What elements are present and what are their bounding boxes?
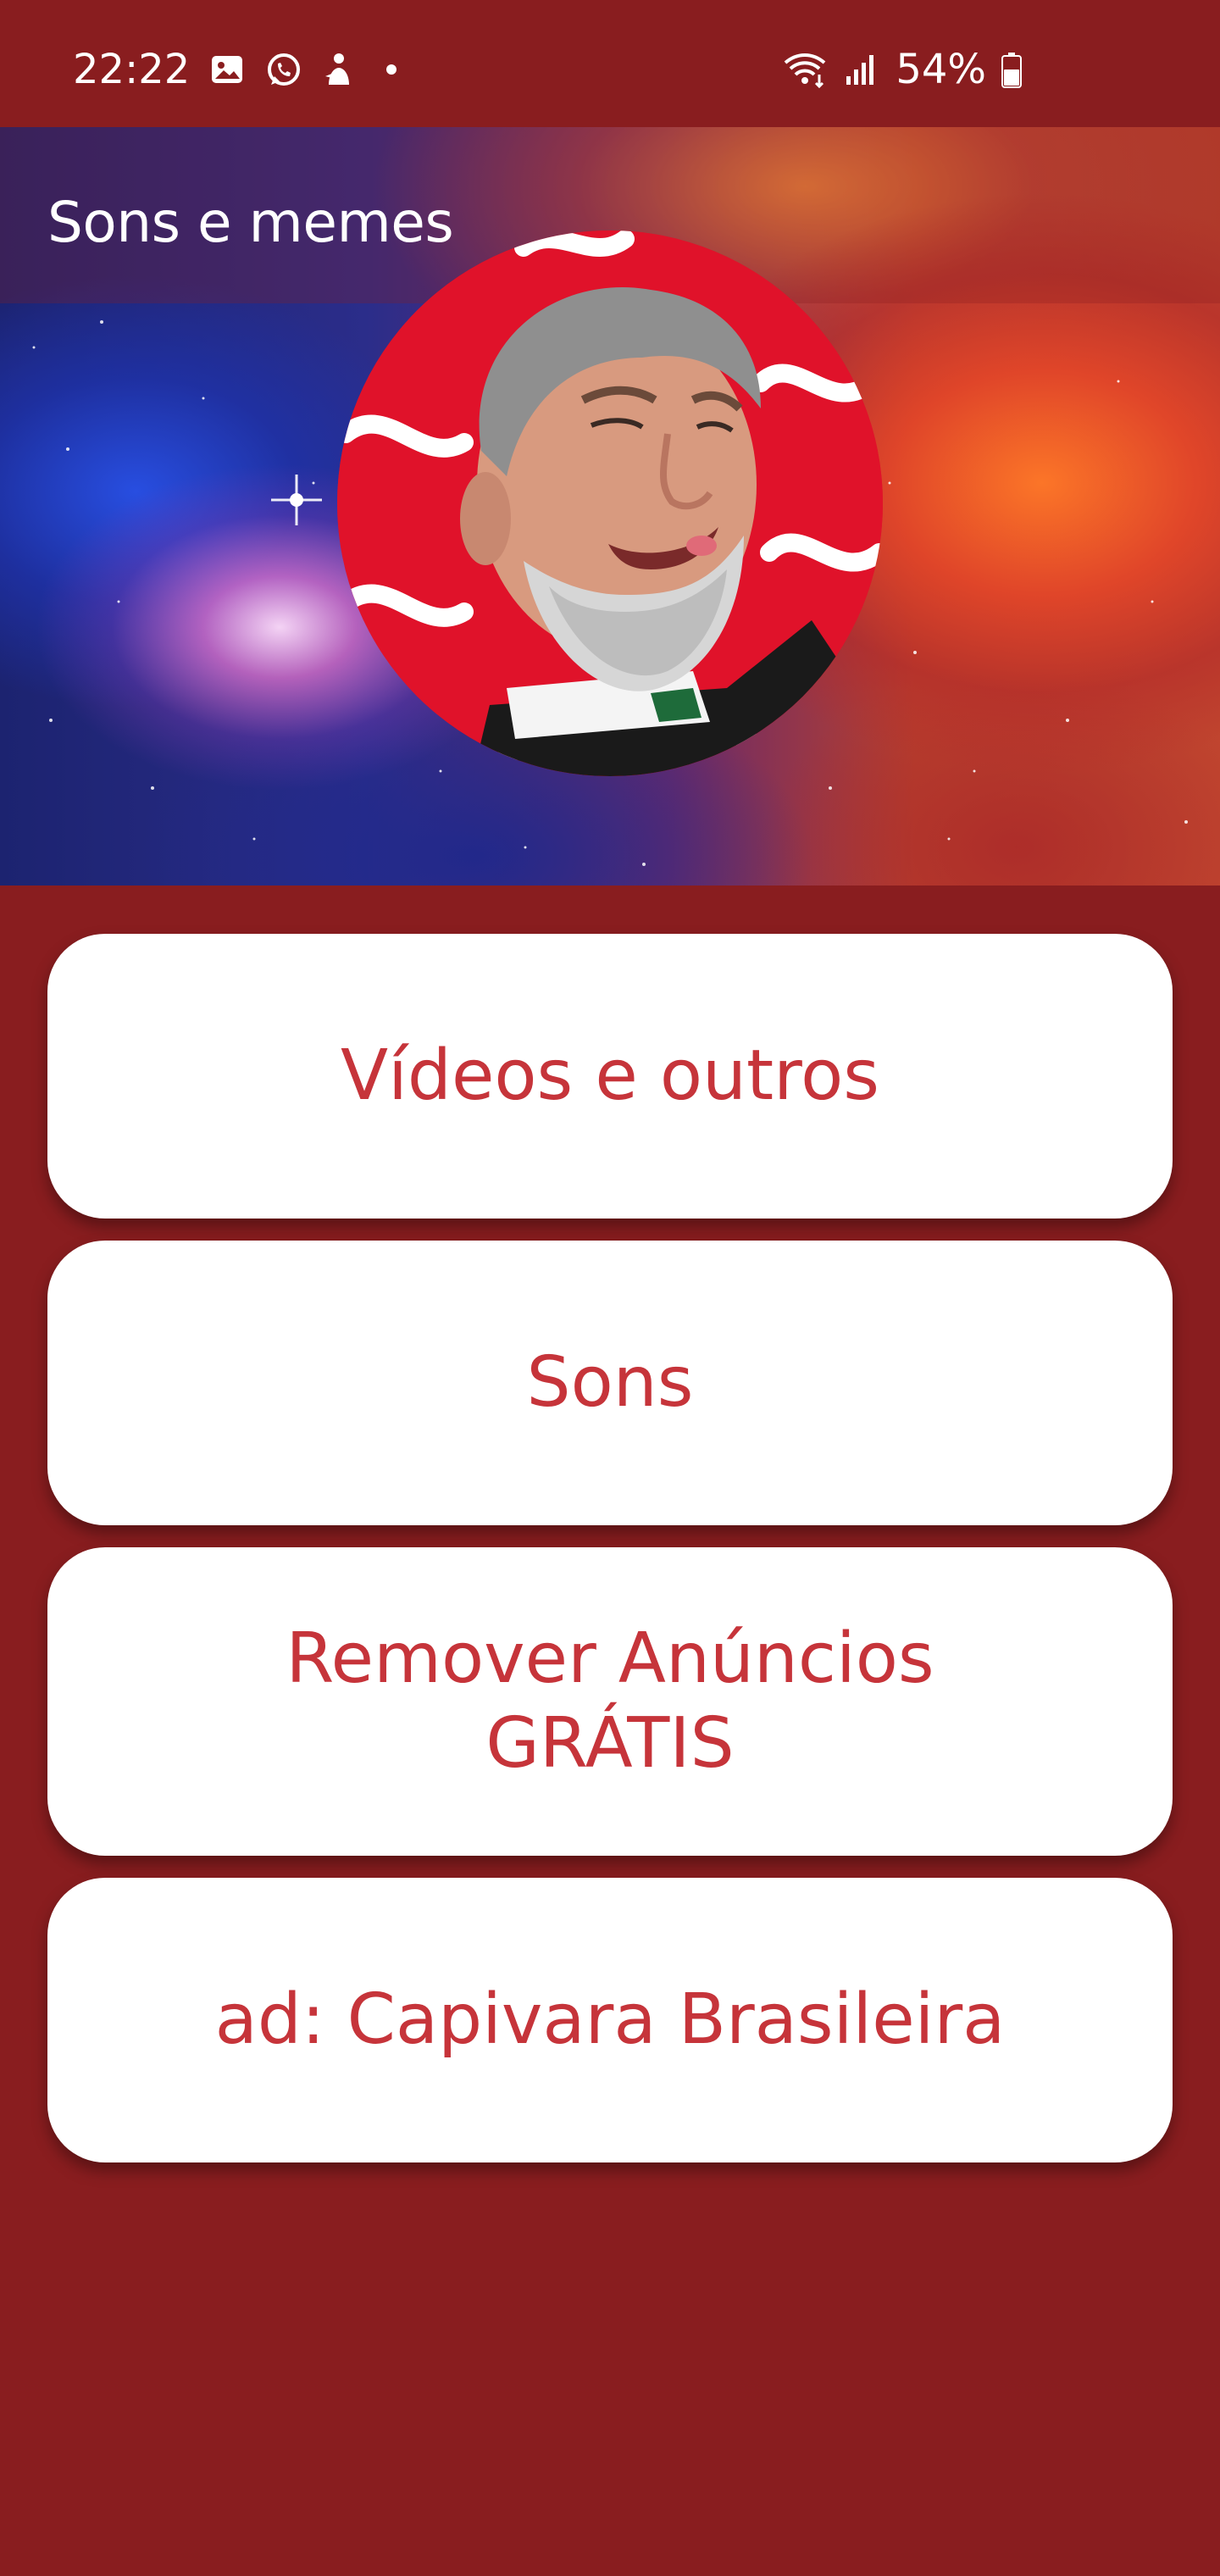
status-time: 22:22 — [73, 46, 191, 93]
sounds-button-label: Sons — [526, 1341, 694, 1423]
notification-app-icon — [320, 51, 358, 88]
battery-icon — [1001, 53, 1022, 88]
remove-ads-text: Remover Anúncios GRÁTIS — [286, 1617, 934, 1786]
videos-button-label: Vídeos e outros — [341, 1035, 879, 1116]
avatar — [337, 230, 883, 776]
battery-percent: 54% — [896, 46, 986, 93]
remove-ads-button[interactable]: Remover Anúncios GRÁTIS — [47, 1547, 1173, 1856]
avatar-portrait — [337, 230, 883, 776]
gallery-icon — [208, 51, 246, 88]
status-right: 54% — [782, 46, 1022, 93]
wifi-icon — [782, 51, 828, 89]
sounds-button[interactable]: Sons — [47, 1241, 1173, 1525]
videos-button[interactable]: Vídeos e outros — [47, 934, 1173, 1219]
whatsapp-icon — [264, 51, 302, 88]
ad-capivara-button[interactable]: ad: Capivara Brasileira — [47, 1878, 1173, 2162]
status-bar: 22:22 54% — [0, 0, 1220, 127]
remove-ads-line1: Remover Anúncios — [286, 1618, 934, 1699]
status-left: 22:22 — [73, 46, 397, 93]
dot-icon — [386, 64, 397, 75]
app-title: Sons e memes — [47, 190, 454, 255]
ad-capivara-label: ad: Capivara Brasileira — [214, 1979, 1006, 2060]
signal-icon — [843, 51, 880, 88]
remove-ads-line2: GRÁTIS — [485, 1703, 735, 1784]
